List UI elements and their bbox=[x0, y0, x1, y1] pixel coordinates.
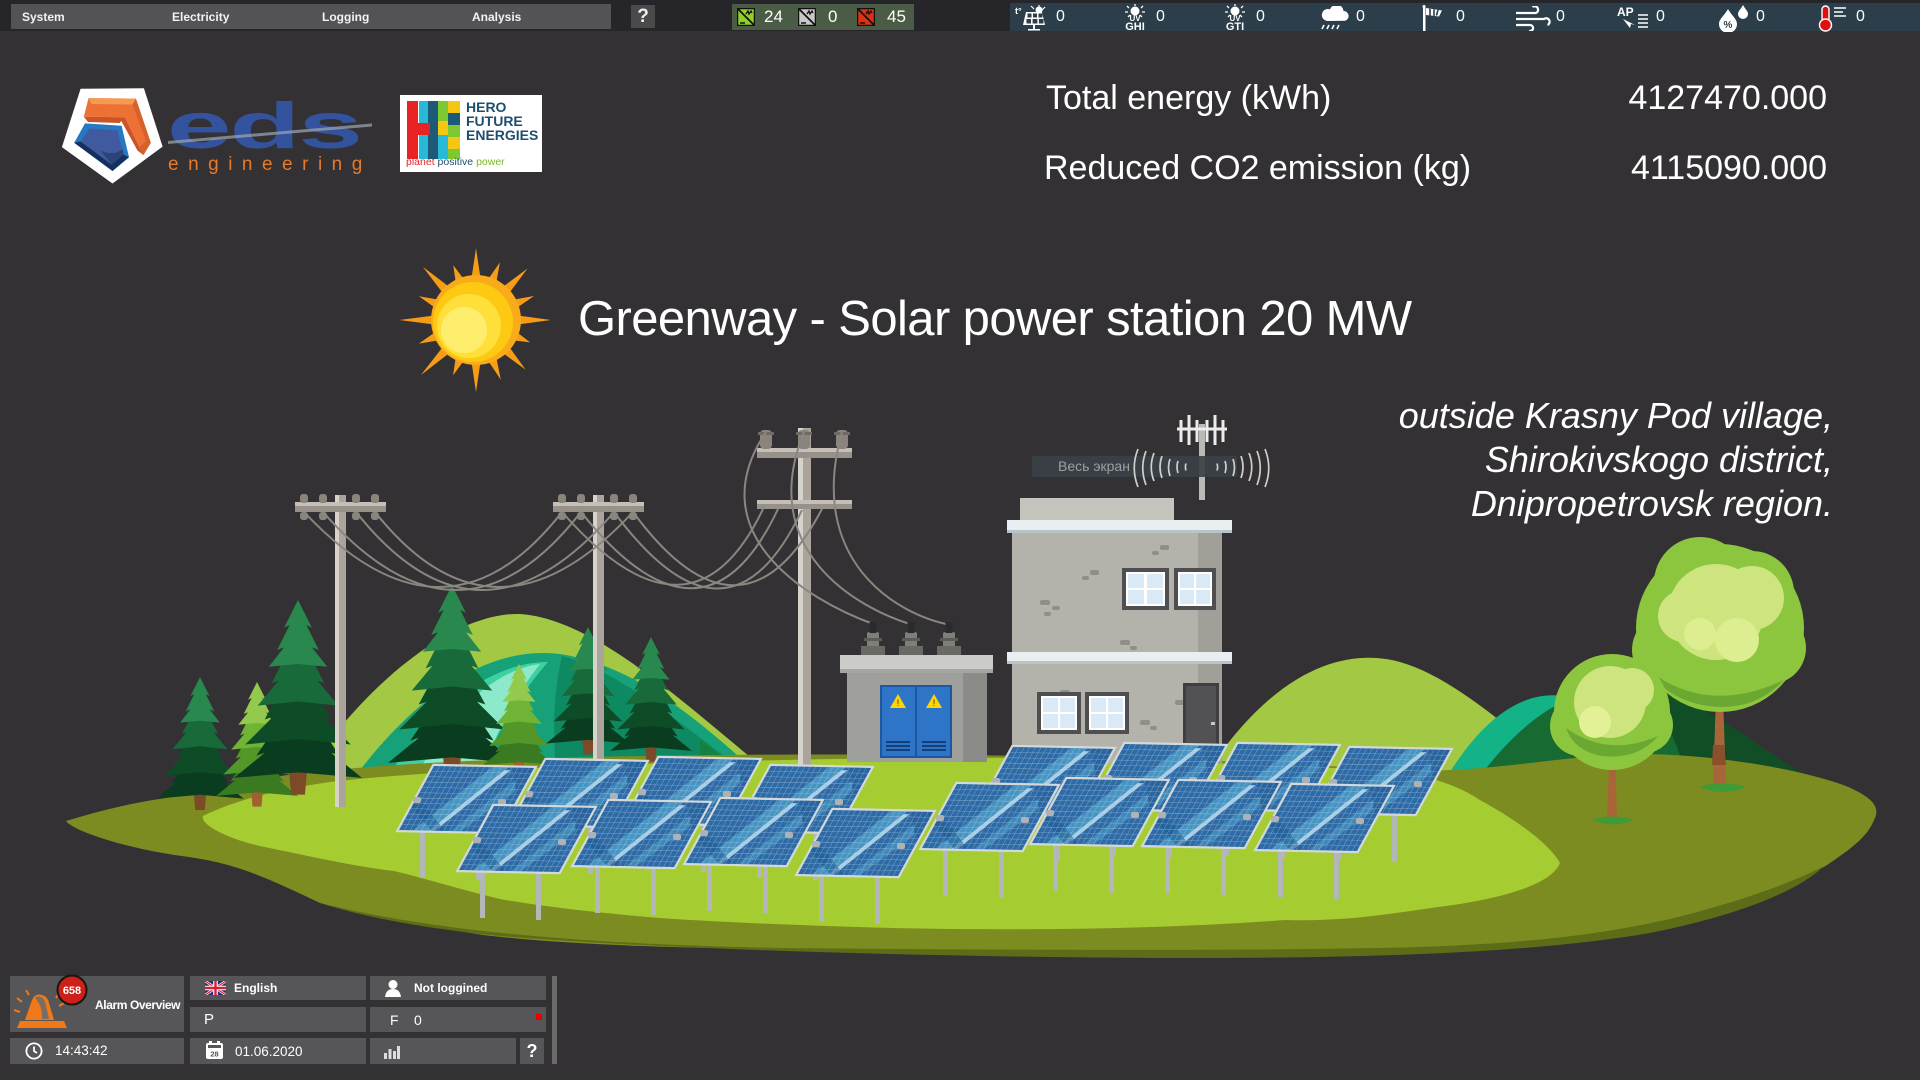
svg-text:eds: eds bbox=[167, 89, 361, 162]
svg-text:!: ! bbox=[933, 698, 936, 708]
svg-text:28: 28 bbox=[210, 1050, 218, 1059]
svg-text:Весь экран: Весь экран bbox=[1058, 458, 1130, 474]
svg-text:!: ! bbox=[897, 698, 900, 708]
svg-text:planet positive power: planet positive power bbox=[406, 156, 505, 168]
svg-text:ENERGIES: ENERGIES bbox=[466, 127, 538, 143]
svg-text:658: 658 bbox=[63, 985, 81, 997]
svg-text:engineering: engineering bbox=[168, 154, 372, 175]
